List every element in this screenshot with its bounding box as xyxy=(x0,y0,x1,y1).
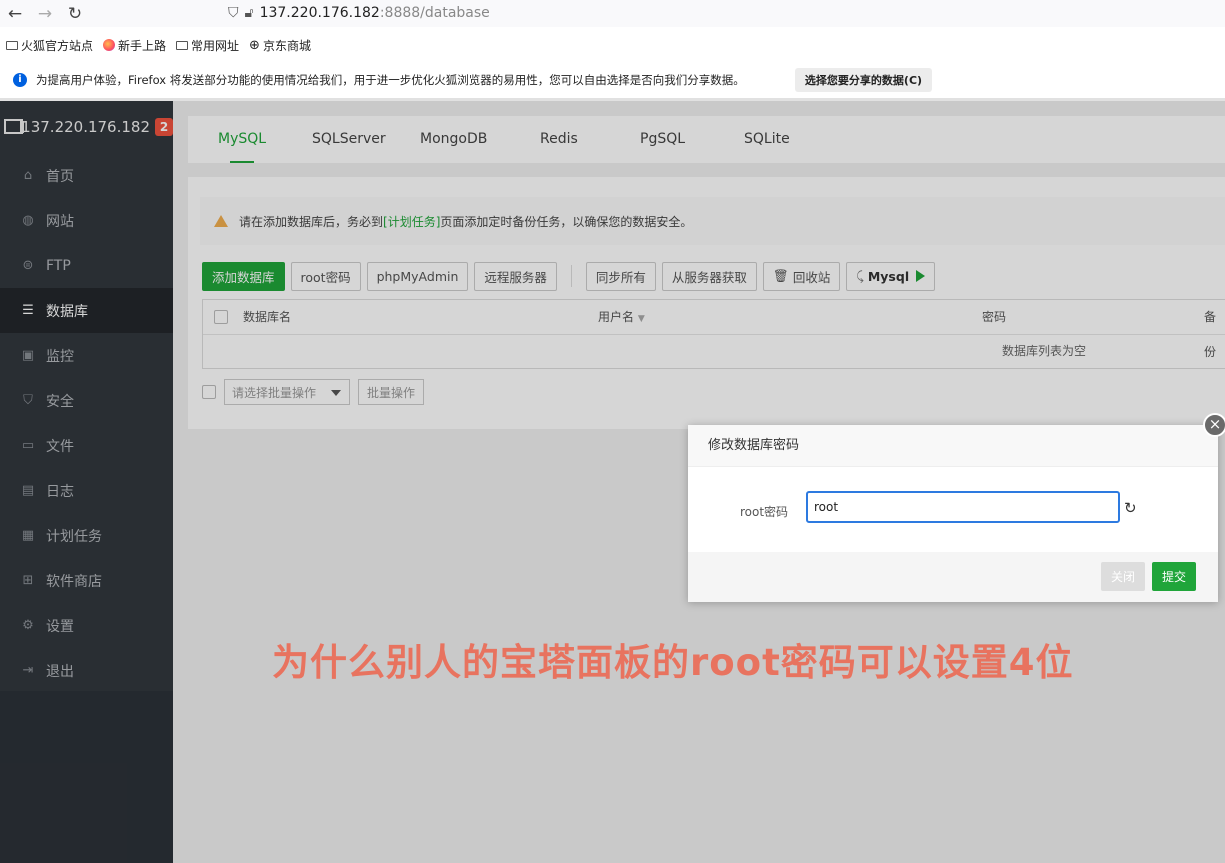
dialog-footer: 关闭 提交 xyxy=(688,552,1218,602)
telemetry-infobar: i 为提高用户体验，Firefox 将发送部分功能的使用情况给我们，用于进一步优… xyxy=(0,62,1225,98)
reload-icon[interactable]: ↻ xyxy=(60,4,90,24)
info-icon: i xyxy=(13,73,27,87)
globe-icon: ⊕ xyxy=(249,37,260,53)
folder-icon xyxy=(176,40,189,50)
close-icon[interactable]: × xyxy=(1203,413,1225,437)
forward-arrow-icon[interactable]: → xyxy=(30,4,60,24)
bookmark-firefox-site[interactable]: 火狐官方站点 xyxy=(6,37,93,54)
bookmarks-bar: 火狐官方站点 新手上路 常用网址 ⊕ 京东商城 xyxy=(0,34,1225,56)
bookmark-jd[interactable]: ⊕ 京东商城 xyxy=(249,37,311,54)
video-caption: 为什么别人的宝塔面板的root密码可以设置4位 xyxy=(272,641,1074,684)
bookmark-getting-started[interactable]: 新手上路 xyxy=(103,37,166,54)
root-password-label: root密码 xyxy=(740,505,789,519)
change-password-dialog: 修改数据库密码 × root密码 ↻ 关闭 提交 xyxy=(688,413,1225,602)
root-password-input[interactable] xyxy=(806,491,1120,523)
firefox-icon xyxy=(103,39,116,51)
close-button[interactable]: 关闭 xyxy=(1101,562,1146,591)
dialog-title: 修改数据库密码 xyxy=(688,425,1218,467)
share-data-button[interactable]: 选择您要分享的数据(C) xyxy=(795,68,932,92)
submit-button[interactable]: 提交 xyxy=(1152,562,1197,591)
shield-icon[interactable]: ⛉ xyxy=(228,5,239,21)
address-bar[interactable]: ⛉ 🔓︎ 137.220.176.182:8888/database xyxy=(228,3,490,23)
browser-toolbar: ← → ↻ ⛉ 🔓︎ 137.220.176.182:8888/database xyxy=(0,0,1225,27)
infobar-text: 为提高用户体验，Firefox 将发送部分功能的使用情况给我们，用于进一步优化火… xyxy=(36,73,745,87)
dialog-body: root密码 ↻ xyxy=(688,468,1218,552)
back-arrow-icon[interactable]: ← xyxy=(0,4,30,24)
regenerate-icon[interactable]: ↻ xyxy=(1124,499,1137,517)
bookmark-common-sites[interactable]: 常用网址 xyxy=(176,37,239,54)
insecure-lock-icon[interactable]: 🔓︎ xyxy=(245,5,254,21)
folder-icon xyxy=(6,40,18,50)
url-text[interactable]: 137.220.176.182:8888/database xyxy=(260,5,490,21)
